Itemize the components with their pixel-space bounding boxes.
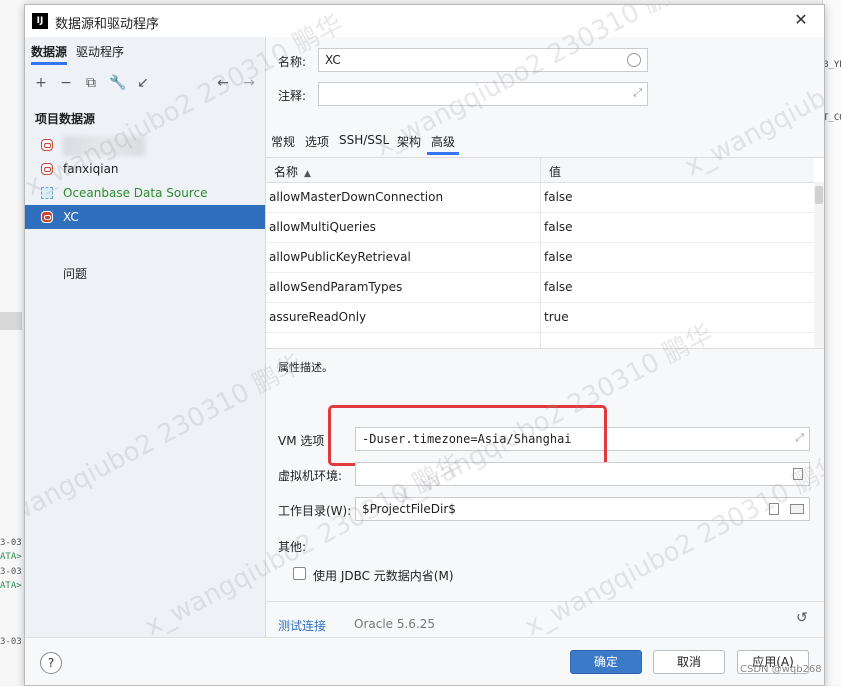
left-tabs: 数据源 驱动程序 <box>25 37 265 65</box>
datasource-label: Oceanbase Data Source <box>63 186 208 200</box>
driver-info: Oracle 5.6.25 <box>354 617 436 631</box>
csdn-watermark: CSDN @wqb268 <box>740 664 822 675</box>
datasource-item-fanxiqian[interactable]: fanxiqian <box>25 157 265 181</box>
datasource-label: XC <box>63 210 79 224</box>
table-row[interactable]: allowMasterDownConnection false <box>266 182 814 213</box>
cancel-button[interactable]: 取消 <box>653 650 725 674</box>
comment-field[interactable]: ⤢ <box>318 82 648 106</box>
left-panel: 数据源 驱动程序 + − ⧉ 🔧 ↙ ← → 项目数据源 fanxiqian O… <box>25 37 266 637</box>
problems-item[interactable]: 问题 <box>63 265 87 282</box>
property-name: allowSendParamTypes <box>269 280 403 294</box>
datasource-item-xc[interactable]: XC <box>25 205 265 229</box>
remove-icon[interactable]: − <box>58 75 74 91</box>
property-name: assureReadOnly <box>269 310 367 324</box>
circle-icon <box>627 53 641 67</box>
working-dir-value: $ProjectFileDir$ <box>362 502 456 516</box>
add-icon[interactable]: + <box>33 75 49 91</box>
revert-icon[interactable]: ↺ <box>796 610 808 626</box>
background-log-line: ATA> <box>0 552 22 562</box>
expand-icon[interactable]: ⤢ <box>795 431 804 445</box>
vm-options-label: VM 选项 <box>278 434 325 448</box>
vm-environment-field[interactable] <box>355 462 810 486</box>
duplicate-icon[interactable]: ⧉ <box>83 75 99 91</box>
comment-label: 注释: <box>278 89 307 103</box>
oceanbase-icon <box>41 187 53 199</box>
tab-drivers[interactable]: 驱动程序 <box>76 43 124 60</box>
oracle-icon <box>41 163 53 175</box>
footer-separator <box>266 601 824 602</box>
annotation-highlight-box <box>328 405 607 466</box>
tab-schemas[interactable]: 架构 <box>397 133 421 150</box>
properties-table: 名称 ▲ 值 allowMasterDownConnection false al… <box>266 157 824 349</box>
tab-advanced[interactable]: 高级 <box>426 133 460 155</box>
tab-datasources[interactable]: 数据源 <box>31 43 68 65</box>
jdbc-introspection-label[interactable]: 使用 JDBC 元数据内省(M) <box>313 567 454 584</box>
datasources-dialog: IJ 数据源和驱动程序 ✕ 数据源 驱动程序 + − ⧉ 🔧 ↙ ← → 项目数… <box>24 4 825 686</box>
working-dir-field[interactable]: $ProjectFileDir$ <box>355 497 810 521</box>
wrench-icon[interactable]: 🔧 <box>109 75 126 91</box>
document-icon[interactable] <box>769 503 779 515</box>
oracle-icon <box>41 211 53 223</box>
column-header-name[interactable]: 名称 ▲ <box>274 163 311 180</box>
folder-icon[interactable] <box>790 504 804 514</box>
background-code-text: B_YE <box>823 60 841 70</box>
dialog-button-bar: ? 确定 取消 应用(A) <box>25 637 824 685</box>
intellij-app-icon: IJ <box>32 13 48 29</box>
ok-button[interactable]: 确定 <box>570 650 642 674</box>
left-toolbar: + − ⧉ 🔧 ↙ ← → <box>25 73 265 95</box>
table-row[interactable]: assureReadOnly true <box>266 302 814 333</box>
name-value: XC <box>325 53 341 67</box>
property-description: 属性描述。 <box>278 361 333 374</box>
back-icon[interactable]: ← <box>215 75 231 91</box>
background-log-line: 3-03 <box>0 538 22 548</box>
document-icon[interactable] <box>793 468 803 480</box>
property-name: allowPublicKeyRetrieval <box>269 250 411 264</box>
table-row[interactable]: allowSendParamTypes false <box>266 272 814 303</box>
background-gutter-mark <box>0 312 22 330</box>
title-bar: IJ 数据源和驱动程序 ✕ <box>25 5 824 37</box>
other-label: 其他: <box>278 540 307 554</box>
property-value[interactable]: true <box>544 310 569 324</box>
property-value[interactable]: false <box>544 250 573 264</box>
project-datasources-header: 项目数据源 <box>35 112 96 126</box>
table-scrollbar[interactable] <box>814 182 824 348</box>
right-panel: 名称: XC 注释: ⤢ 常规 选项 SSH/SSL 架构 高级 名称 ▲ 值 a… <box>266 37 824 637</box>
background-log-line: ATA> <box>0 581 22 591</box>
expand-icon[interactable]: ⤢ <box>633 86 642 100</box>
background-code-text: T_CO <box>823 113 841 123</box>
property-value[interactable]: false <box>544 190 573 204</box>
jdbc-introspection-checkbox[interactable] <box>293 567 306 580</box>
property-name: allowMultiQueries <box>269 220 376 234</box>
oracle-icon <box>41 139 53 151</box>
tab-options[interactable]: 选项 <box>305 133 329 150</box>
property-value[interactable]: false <box>544 220 573 234</box>
name-label: 名称: <box>278 55 307 69</box>
scrollbar-thumb[interactable] <box>815 186 823 204</box>
property-value[interactable]: false <box>544 280 573 294</box>
close-icon[interactable]: ✕ <box>791 10 811 30</box>
table-row[interactable]: allowPublicKeyRetrieval false <box>266 242 814 273</box>
vm-environment-label: 虚拟机环境: <box>278 469 343 483</box>
tab-general[interactable]: 常规 <box>271 133 295 150</box>
tab-ssh-ssl[interactable]: SSH/SSL <box>339 133 389 147</box>
forward-icon[interactable]: → <box>241 75 257 91</box>
background-log-line: 3-03 <box>0 637 22 647</box>
import-icon[interactable]: ↙ <box>135 75 151 91</box>
background-log-line: 3-03 <box>0 567 22 577</box>
blurred-datasource-name <box>63 136 145 156</box>
datasource-item-oceanbase[interactable]: Oceanbase Data Source <box>25 181 265 205</box>
property-name: allowMasterDownConnection <box>269 190 444 204</box>
sort-ascending-icon: ▲ <box>304 169 311 179</box>
window-title: 数据源和驱动程序 <box>55 17 160 32</box>
table-row[interactable]: allowMultiQueries false <box>266 212 814 243</box>
column-header-value[interactable]: 值 <box>549 163 561 180</box>
datasource-item-blurred[interactable] <box>25 133 265 157</box>
test-connection-link[interactable]: 测试连接 <box>278 617 326 634</box>
name-field[interactable]: XC <box>318 48 648 72</box>
working-dir-label: 工作目录(W): <box>278 504 352 518</box>
datasource-label: fanxiqian <box>63 162 119 176</box>
help-button[interactable]: ? <box>40 652 62 674</box>
background-editor-left: 3-03 ATA> 3-03 ATA> 3-03 <box>0 0 24 685</box>
